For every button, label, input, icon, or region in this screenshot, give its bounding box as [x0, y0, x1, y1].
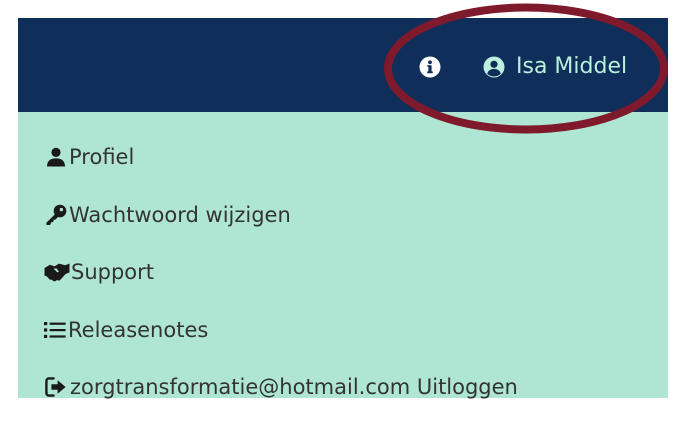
sign-out-icon	[45, 377, 66, 397]
user-circle-icon	[483, 56, 505, 78]
menu-item-support[interactable]: Support	[44, 252, 154, 292]
app-frame: Isa Middel Profiel Wachtwoord wijzigen S…	[18, 18, 668, 399]
user-icon	[47, 147, 65, 167]
user-name-label: Isa Middel	[516, 54, 628, 79]
info-circle-icon[interactable]	[419, 56, 441, 78]
menu-item-label: Support	[71, 260, 155, 284]
user-menu-toggle[interactable]: Isa Middel	[483, 52, 627, 82]
list-icon	[44, 322, 66, 338]
key-icon	[46, 204, 67, 225]
top-navigation-bar: Isa Middel	[18, 18, 668, 112]
user-dropdown-menu: Profiel Wachtwoord wijzigen Support Rele…	[18, 112, 668, 399]
menu-item-profiel[interactable]: Profiel	[46, 137, 134, 177]
handshake-icon	[44, 263, 70, 282]
menu-item-label: Profiel	[69, 145, 135, 169]
menu-item-uitloggen[interactable]: zorgtransformatie@hotmail.com Uitloggen	[45, 367, 518, 407]
menu-item-releasenotes[interactable]: Releasenotes	[44, 310, 208, 350]
menu-item-wachtwoord-wijzigen[interactable]: Wachtwoord wijzigen	[45, 195, 291, 235]
menu-item-label: Releasenotes	[68, 318, 209, 342]
menu-item-label: zorgtransformatie@hotmail.com Uitloggen	[70, 375, 518, 399]
menu-item-label: Wachtwoord wijzigen	[69, 203, 291, 227]
